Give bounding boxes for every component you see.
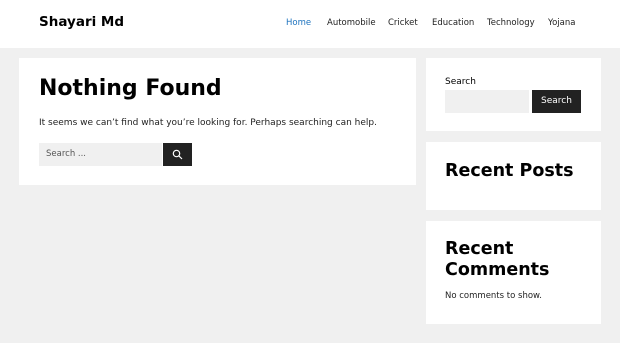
- recent-posts-widget: Recent Posts: [426, 142, 601, 210]
- search-button[interactable]: [163, 143, 192, 166]
- sidebar-search-input[interactable]: [445, 90, 529, 113]
- page-title: Nothing Found: [39, 76, 222, 101]
- recent-comments-widget: Recent Comments No comments to show.: [426, 221, 601, 324]
- no-comments-text: No comments to show.: [445, 291, 542, 301]
- no-results-message: It seems we can’t find what you’re looki…: [39, 118, 377, 128]
- nav-item-automobile[interactable]: Automobile: [327, 18, 376, 28]
- no-results-card: Nothing Found It seems we can’t find wha…: [19, 58, 416, 185]
- search-placeholder: Search ...: [46, 149, 87, 159]
- nav-item-home[interactable]: Home: [286, 18, 311, 28]
- recent-posts-title: Recent Posts: [445, 161, 574, 181]
- search-input[interactable]: Search ...: [39, 143, 162, 166]
- nav-item-yojana[interactable]: Yojana: [548, 18, 575, 28]
- search-widget: Search Search: [426, 58, 601, 131]
- nav-item-cricket[interactable]: Cricket: [388, 18, 418, 28]
- recent-comments-title: Recent Comments: [445, 239, 550, 280]
- nav-item-education[interactable]: Education: [432, 18, 474, 28]
- search-icon: [172, 149, 183, 160]
- search-widget-label: Search: [445, 77, 476, 87]
- nav-item-technology[interactable]: Technology: [487, 18, 535, 28]
- main-nav: Home Automobile Cricket Education Techno…: [0, 18, 620, 32]
- site-header: Shayari Md Home Automobile Cricket Educa…: [0, 0, 620, 48]
- sidebar-search-button[interactable]: Search: [532, 90, 581, 113]
